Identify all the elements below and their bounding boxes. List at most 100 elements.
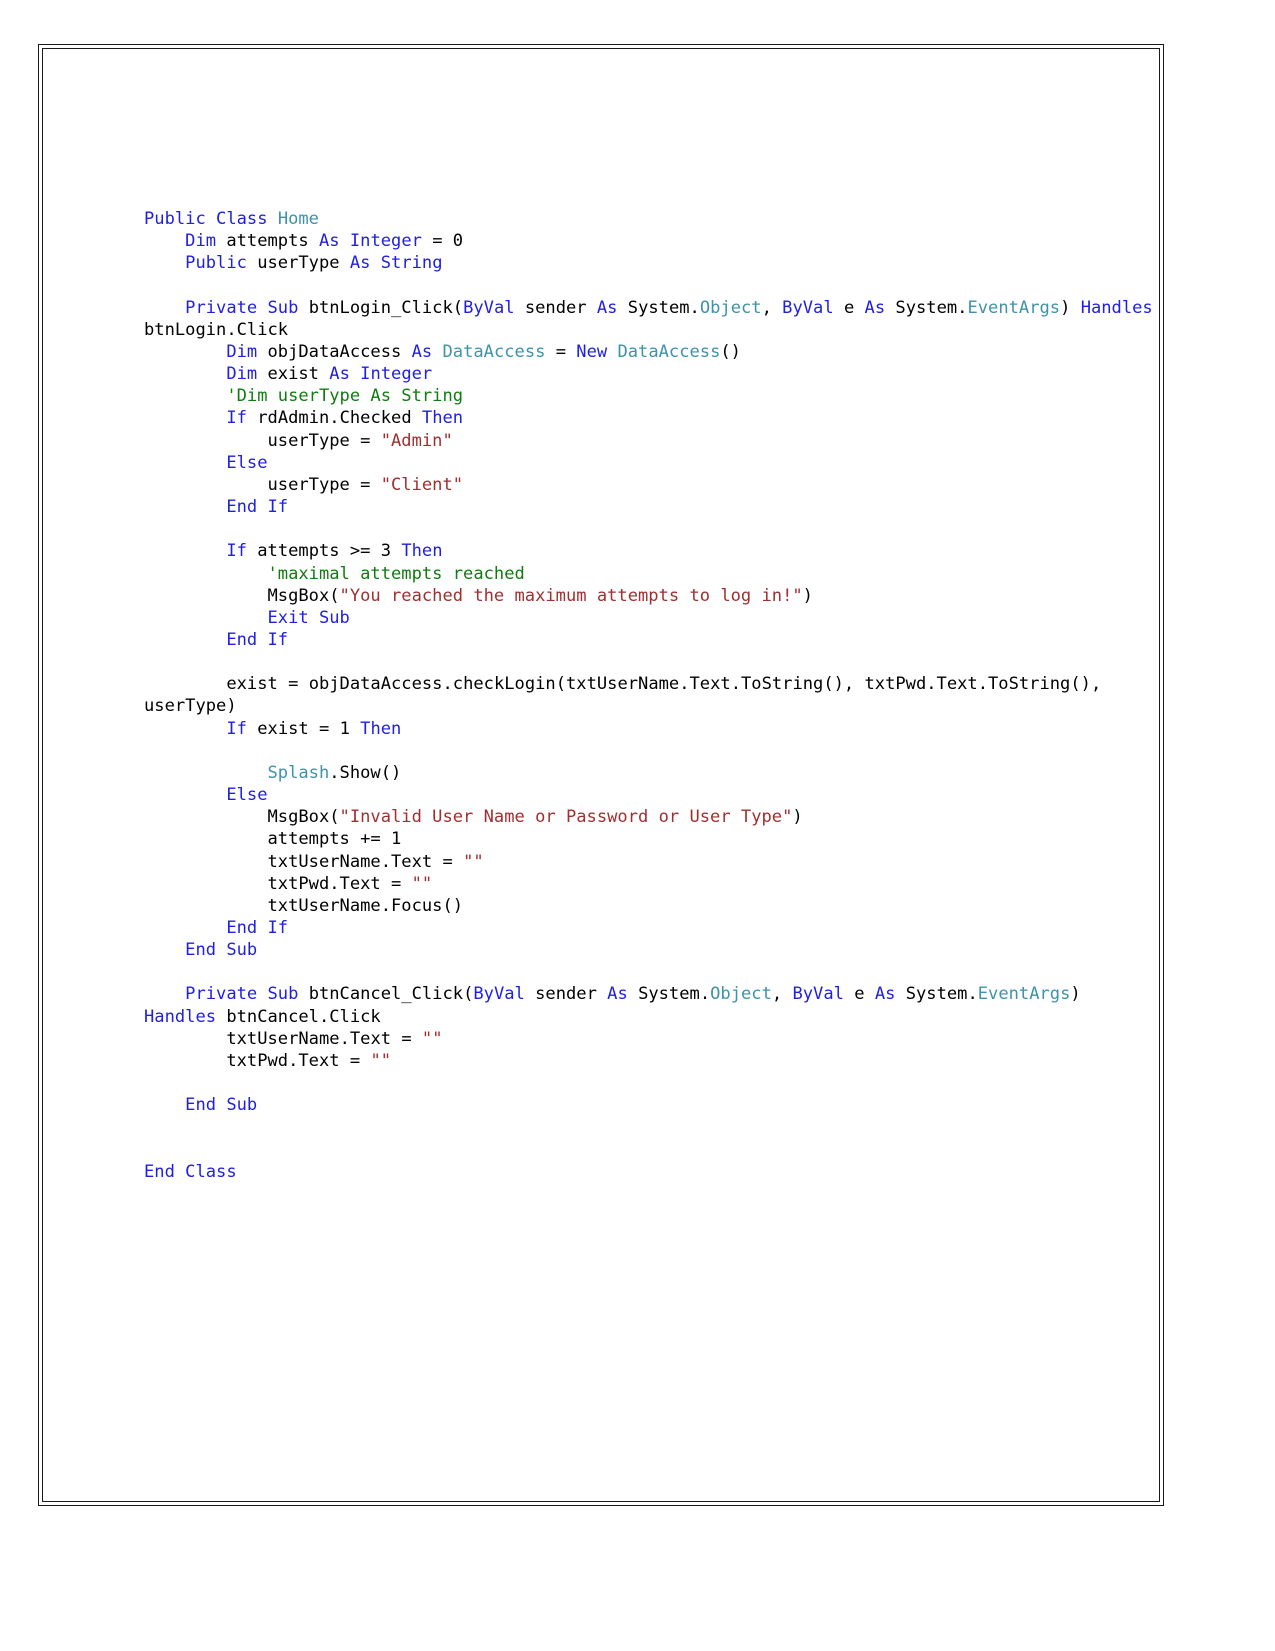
code-identifier: txtUserName xyxy=(267,851,381,872)
code-identifier: checkLogin xyxy=(452,674,556,695)
code-keyword: Sub xyxy=(226,940,258,961)
code-string-literal: "Client" xyxy=(380,474,464,495)
code-keyword: Class xyxy=(185,1161,237,1182)
code-identifier: txtPwd xyxy=(864,674,927,695)
code-line: Dim exist As Integer xyxy=(144,363,1154,385)
code-keyword: Then xyxy=(360,718,402,739)
code-comment: 'maximal attempts reached xyxy=(267,563,525,584)
code-keyword: Dim xyxy=(226,364,258,385)
code-line: txtUserName.Text = "" xyxy=(226,1028,443,1049)
code-identifier: objDataAccess xyxy=(267,342,402,363)
code-identifier: Text xyxy=(391,851,433,872)
code-keyword: Class xyxy=(216,209,268,230)
code-string-literal: "" xyxy=(411,873,433,894)
code-identifier: Checked xyxy=(339,408,412,429)
code-identifier: MsgBox xyxy=(267,585,330,606)
code-line: txtPwd.Text = "" xyxy=(226,1050,392,1071)
code-keyword: As xyxy=(349,253,371,274)
code-keyword: New xyxy=(576,342,608,363)
code-line: userType = "Client" xyxy=(267,474,464,495)
code-keyword: As xyxy=(596,297,618,318)
code-keyword: ByVal xyxy=(463,297,515,318)
code-identifier: objDataAccess xyxy=(308,674,443,695)
code-keyword: Integer xyxy=(360,364,433,385)
code-identifier: exist xyxy=(267,364,319,385)
code-identifier: Show xyxy=(339,762,381,783)
code-identifier: System xyxy=(627,297,690,318)
code-keyword: Else xyxy=(226,452,268,473)
code-identifier: rdAdmin xyxy=(257,408,330,429)
code-identifier: Text xyxy=(298,1050,340,1071)
code-string-literal: "" xyxy=(463,851,484,872)
code-line: Exit Sub xyxy=(144,607,1154,629)
code-identifier: txtUserName xyxy=(226,1028,340,1049)
code-identifier: txtPwd xyxy=(267,873,330,894)
code-identifier: attempts xyxy=(257,541,340,562)
code-keyword: End xyxy=(226,497,258,518)
code-keyword: String xyxy=(380,253,443,274)
code-keyword: As xyxy=(607,984,628,1005)
code-keyword: As xyxy=(864,297,886,318)
code-identifier: attempts xyxy=(226,231,309,252)
code-keyword: ByVal xyxy=(473,984,525,1005)
code-identifier: Click xyxy=(329,1006,381,1027)
code-identifier: txtUserName xyxy=(566,674,680,695)
code-identifier: System xyxy=(638,984,700,1005)
code-line: Dim objDataAccess As DataAccess = New Da… xyxy=(226,342,741,363)
code-line: userType = "Admin" xyxy=(267,430,453,451)
code-type-name: EventArgs xyxy=(967,297,1061,318)
code-keyword: ByVal xyxy=(792,984,844,1005)
code-keyword: As xyxy=(318,231,340,252)
code-line: End If xyxy=(144,629,1154,651)
code-identifier: attempts xyxy=(267,829,350,850)
code-keyword: If xyxy=(267,630,289,651)
code-line: Else xyxy=(144,452,1154,474)
code-identifier: Text xyxy=(936,674,978,695)
code-keyword: Handles xyxy=(144,1006,217,1027)
code-line: Public userType As String xyxy=(144,252,1154,274)
code-keyword: End xyxy=(144,1161,175,1182)
code-identifier: sender xyxy=(524,297,587,318)
code-keyword: Dim xyxy=(226,342,258,363)
code-line: txtUserName.Focus() xyxy=(267,895,464,916)
code-line: exist = objDataAccess.checkLogin(txtUser… xyxy=(144,674,1112,717)
code-keyword: Sub xyxy=(267,297,299,318)
code-keyword: Then xyxy=(401,541,443,562)
code-identifier: Focus xyxy=(391,895,443,916)
code-keyword: Private xyxy=(185,984,258,1005)
code-keyword: End xyxy=(185,940,217,961)
code-identifier: System xyxy=(905,984,968,1005)
code-keyword: Sub xyxy=(226,1095,258,1116)
document-page-sheet: Public Class Home Dim attempts As Intege… xyxy=(38,44,1164,1506)
code-identifier: Click xyxy=(236,319,289,340)
code-identifier: userType xyxy=(144,696,227,717)
code-line: attempts += 1 xyxy=(267,829,402,850)
code-keyword: End xyxy=(226,918,258,939)
code-identifier: userType xyxy=(257,253,340,274)
code-type-name: Object xyxy=(699,297,762,318)
code-line: Dim attempts As Integer = 0 xyxy=(185,231,464,252)
code-identifier: ToString xyxy=(740,674,824,695)
code-listing: Public Class Home Dim attempts As Intege… xyxy=(144,208,1154,1183)
code-keyword: If xyxy=(267,497,289,518)
code-line: Private Sub btnLogin_Click(ByVal sender … xyxy=(144,297,1153,340)
code-line: If attempts >= 3 Then xyxy=(226,541,443,562)
code-identifier: ToString xyxy=(988,674,1071,695)
code-identifier: exist xyxy=(226,674,278,695)
code-identifier: btnLogin xyxy=(144,319,227,340)
code-line: If exist = 1 Then xyxy=(226,718,402,739)
code-keyword: If xyxy=(226,718,247,739)
code-keyword: Public xyxy=(185,253,247,274)
code-type-name: Object xyxy=(710,984,772,1005)
code-keyword: Dim xyxy=(185,231,217,252)
code-string-literal: "" xyxy=(421,1028,443,1049)
code-identifier: txtPwd xyxy=(226,1050,289,1071)
code-type-name: DataAccess xyxy=(442,342,546,363)
code-string-literal: "Admin" xyxy=(380,430,453,451)
code-line: 'Dim userType As String xyxy=(144,385,1154,407)
